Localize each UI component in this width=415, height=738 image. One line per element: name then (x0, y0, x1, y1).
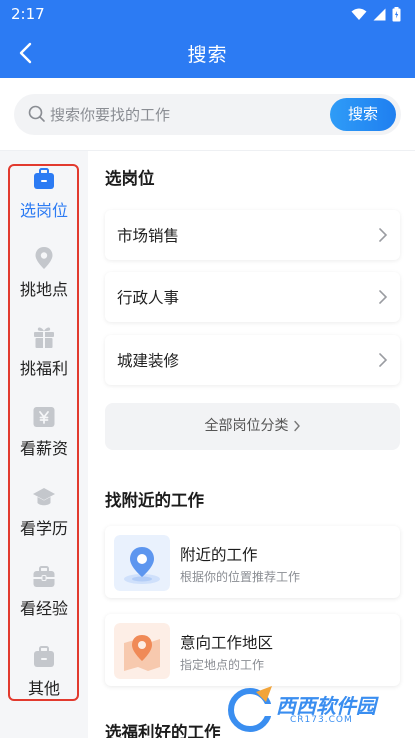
card-subtitle: 根据你的位置推荐工作 (180, 570, 301, 584)
toolbox-icon (33, 566, 55, 587)
chevron-right-icon (379, 353, 388, 367)
sidebar-item-label: 挑地点 (19, 280, 68, 299)
sidebar-item-label: 看学历 (19, 519, 68, 538)
gift-icon (34, 327, 54, 348)
sidebar-item-location[interactable]: 挑地点 (0, 246, 88, 326)
card-title: 意向工作地区 (180, 634, 274, 652)
sidebar-item-other[interactable]: 其他 (0, 645, 88, 725)
page-title: 搜索 (187, 44, 228, 66)
sidebar-item-experience[interactable]: 看经验 (0, 565, 88, 645)
status-bar: 2:17 (0, 0, 415, 28)
position-item[interactable]: 城建装修 (105, 335, 400, 385)
sidebar-item-label: 选岗位 (19, 201, 68, 220)
position-item-label: 行政人事 (117, 289, 180, 307)
search-box: 搜索 (14, 94, 401, 135)
all-positions-label: 全部岗位分类 (204, 418, 289, 434)
sidebar-item-label: 挑福利 (19, 359, 68, 378)
search-icon (28, 105, 45, 122)
search-bar: 搜索 (0, 78, 415, 150)
chevron-right-icon (379, 228, 388, 242)
sidebar-item-benefits[interactable]: 挑福利 (0, 325, 88, 405)
section-title-positions: 选岗位 (105, 169, 155, 188)
watermark-emblem-icon (228, 686, 276, 732)
briefcase-icon (34, 168, 54, 189)
card-subtitle: 指定地点的工作 (180, 658, 265, 672)
sidebar-item-label: 看薪资 (19, 439, 68, 458)
position-item[interactable]: 市场销售 (105, 210, 400, 260)
status-icons (351, 7, 401, 22)
nearby-jobs-card[interactable]: 附近的工作 根据你的位置推荐工作 (105, 526, 400, 598)
sidebar-item-positions[interactable]: 选岗位 (0, 167, 88, 247)
chevron-right-icon (379, 290, 388, 304)
sidebar-item-education[interactable]: 看学历 (0, 485, 88, 565)
wifi-icon (351, 8, 367, 20)
all-positions-button[interactable]: 全部岗位分类 (105, 403, 400, 450)
location-pin-icon (35, 247, 53, 269)
nearby-location-icon (114, 535, 170, 591)
watermark-subtext: CR173.COM (290, 715, 353, 725)
section-title-benefits: 选福利好的工作 (105, 723, 221, 738)
main-content: 选岗位 市场销售 行政人事 城建装修 全部岗位分类 找附近的工作 附近的工作 根… (88, 151, 415, 738)
app-bar: 搜索 (0, 28, 415, 78)
bag-icon (34, 646, 54, 667)
map-pin-icon (114, 623, 170, 679)
chevron-right-icon (293, 420, 300, 432)
position-item[interactable]: 行政人事 (105, 272, 400, 322)
sidebar-item-label: 看经验 (19, 599, 68, 618)
preferred-area-card[interactable]: 意向工作地区 指定地点的工作 (105, 614, 400, 686)
battery-icon (392, 7, 401, 22)
sidebar: 选岗位 挑地点 挑福利 看薪资 看学历 看经验 其他 (0, 151, 88, 738)
section-title-nearby: 找附近的工作 (105, 491, 204, 510)
search-button[interactable]: 搜索 (330, 98, 396, 131)
card-title: 附近的工作 (180, 546, 258, 564)
sidebar-item-label: 其他 (27, 679, 60, 698)
watermark-logo: 西西软件园 CR173.COM (226, 686, 404, 734)
signal-icon (373, 8, 386, 21)
graduation-cap-icon (33, 488, 55, 506)
search-input[interactable] (50, 94, 330, 135)
status-time: 2:17 (11, 5, 45, 23)
yen-icon (33, 407, 55, 427)
position-item-label: 市场销售 (117, 227, 180, 245)
sidebar-item-salary[interactable]: 看薪资 (0, 405, 88, 485)
position-item-label: 城建装修 (117, 352, 180, 370)
